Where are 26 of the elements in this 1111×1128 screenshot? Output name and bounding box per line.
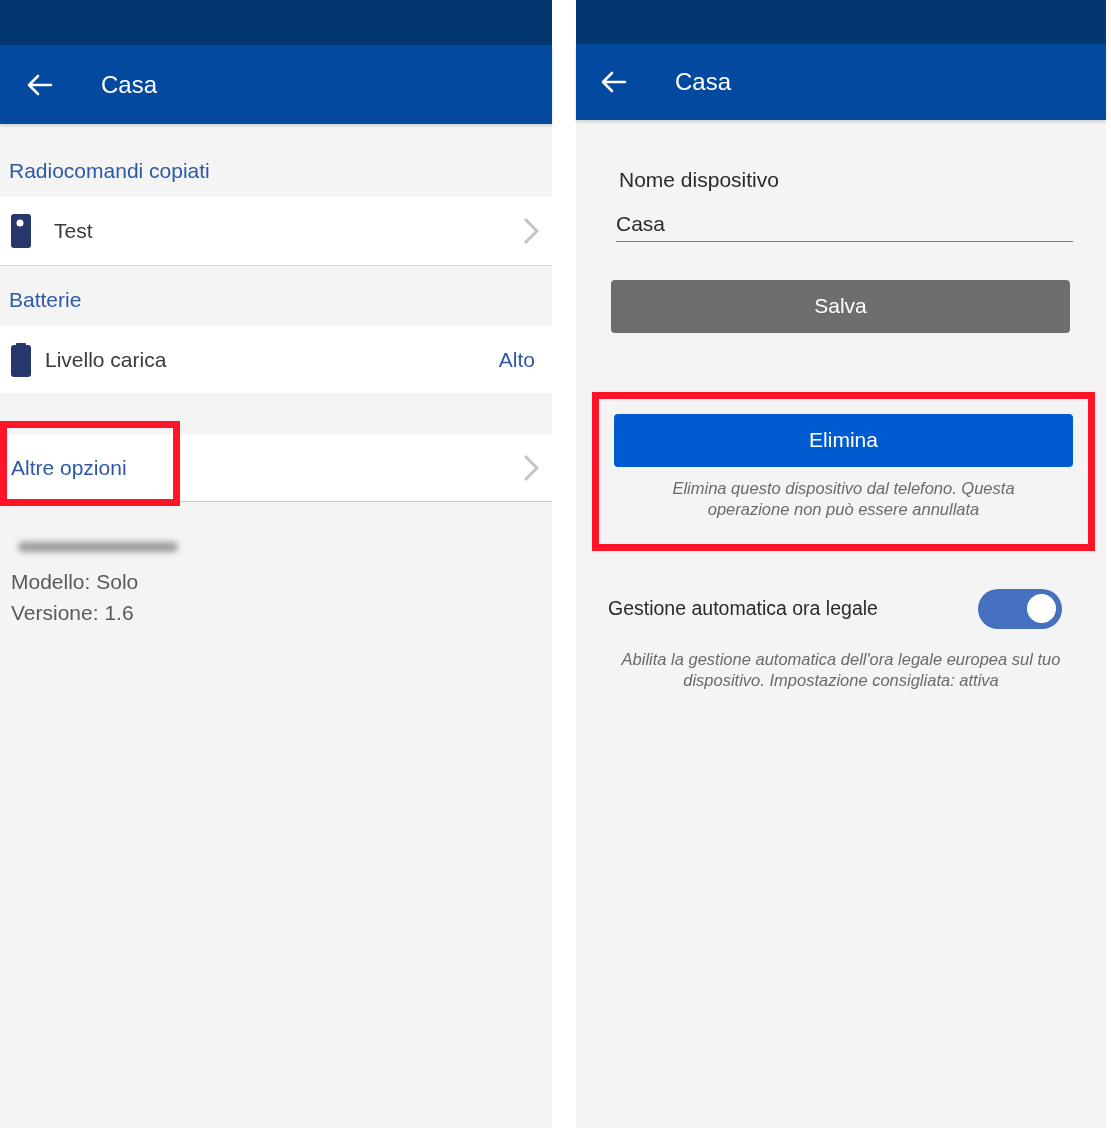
battery-icon	[11, 342, 31, 377]
header-title: Casa	[675, 67, 732, 97]
toggle-label: Gestione automatica ora legale	[608, 595, 878, 621]
field-label: Nome dispositivo	[619, 167, 780, 193]
save-button[interactable]: Salva	[611, 279, 1070, 333]
row-label: Altre opzioni	[11, 454, 127, 481]
info-text: Modello: Solo	[10, 569, 140, 595]
delete-note: Elimina questo dispositivo dal telefono. Questa operazione non può essere annullata	[671, 477, 1016, 520]
remote-control-icon	[11, 214, 31, 248]
chevron-right-icon	[523, 217, 539, 245]
section-heading: Batterie	[9, 286, 82, 313]
toggle-note: Abilita la gestione automatica dell'ora legale europea sul tuo dispositivo. Impostazione consigliata: attiva	[620, 648, 1062, 691]
delete-button[interactable]: Elimina	[614, 413, 1073, 467]
chevron-right-icon	[523, 453, 539, 482]
list-row[interactable]: Test	[0, 197, 552, 266]
info-text: Versione: 1.6	[10, 600, 135, 626]
row-label: Test	[54, 218, 93, 245]
row-value: Alto	[498, 346, 535, 373]
section-heading: Radiocomandi copiati	[9, 157, 210, 184]
back-arrow-icon[interactable]	[27, 73, 53, 96]
toggle-switch[interactable]	[978, 588, 1062, 629]
list-row[interactable]: Livello carica Alto	[0, 326, 552, 393]
header-title: Casa	[101, 69, 158, 100]
row-label: Livello carica	[45, 346, 167, 373]
input-field[interactable]: Casa	[616, 207, 1073, 242]
back-arrow-icon[interactable]	[601, 71, 627, 93]
